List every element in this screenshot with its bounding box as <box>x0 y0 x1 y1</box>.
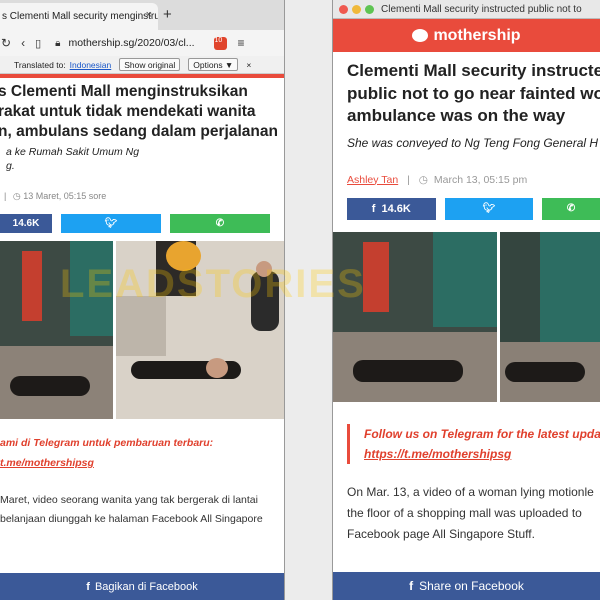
tab-strip: s Clementi Mall security menginstruk × + <box>0 0 284 30</box>
twitter-icon: 🐦︎ <box>482 203 496 214</box>
facebook-share-button[interactable]: 14.6K <box>0 214 52 233</box>
headline-line: Clementi Mall security instructed <box>347 61 600 80</box>
facebook-share-bar[interactable]: f Share on Facebook <box>333 572 600 600</box>
translate-close-icon[interactable]: × <box>246 60 251 70</box>
headline-line: ambulance was on the way <box>347 106 566 125</box>
facebook-icon: f <box>409 579 414 593</box>
article-subtitle: She was conveyed to Ng Teng Fong General… <box>347 135 599 150</box>
menu-icon[interactable]: ≡ <box>237 36 244 50</box>
telegram-follow: ami di Telegram untuk pembaruan terbaru:… <box>0 433 284 473</box>
article-headline: Clementi Mall security instructed public… <box>333 52 600 128</box>
show-original-button[interactable]: Show original <box>119 58 181 71</box>
reload-icon[interactable]: ↻ <box>1 36 11 50</box>
telegram-link[interactable]: t.me/mothershipsg <box>0 453 284 473</box>
facebook-share-label: Share on Facebook <box>419 579 524 593</box>
photo-left <box>333 231 498 402</box>
whatsapp-icon: ✆ <box>215 218 225 229</box>
clock-icon: ◷ <box>12 191 21 201</box>
article-date: March 13, 05:15 pm <box>433 173 528 186</box>
translate-prefix: Translated to: <box>14 59 66 70</box>
headline-line: n, ambulans sedang dalam perjalanan <box>0 123 278 140</box>
close-window-icon[interactable] <box>339 4 348 14</box>
window-titlebar: Clementi Mall security instructed public… <box>333 0 600 19</box>
left-browser-window: s Clementi Mall security menginstruk × +… <box>0 0 285 600</box>
headline-line: public not to go near fainted wor <box>347 83 600 103</box>
article-subtitle: a ke Rumah Sakit Umum Ng g. <box>0 145 284 173</box>
divider: | <box>407 173 410 186</box>
twitter-share-button[interactable]: 🐦︎ <box>444 197 534 220</box>
facebook-share-bar[interactable]: f Bagikan di Facebook <box>0 573 284 600</box>
body-line: Facebook page All Singapore Stuff. <box>347 526 535 541</box>
body-line: Maret, video seorang wanita yang tak ber… <box>0 494 258 506</box>
body-line: the floor of a shopping mall was uploade… <box>347 505 582 520</box>
person <box>10 376 90 396</box>
whatsapp-icon: ✆ <box>566 203 576 214</box>
share-count: 14.6K <box>12 218 40 229</box>
follow-text: ami di Telegram untuk pembaruan terbaru: <box>0 437 214 449</box>
tab-title: s Clementi Mall security menginstruk <box>2 11 158 22</box>
shield-icon[interactable]: 10 <box>214 36 228 50</box>
browser-tab[interactable]: s Clementi Mall security menginstruk × <box>0 3 158 30</box>
right-browser-window: Clementi Mall security instructed public… <box>332 0 600 600</box>
tab-close-icon[interactable]: × <box>146 9 152 21</box>
translate-options-button[interactable]: Options ▼ <box>188 58 239 71</box>
article-body: Maret, video seorang wanita yang tak ber… <box>0 491 284 529</box>
share-row: f 14.6K 🐦︎ ✆ <box>347 197 600 220</box>
bookmark-icon[interactable]: ▯ <box>35 37 41 50</box>
article-body: On Mar. 13, a video of a woman lying mot… <box>333 482 600 545</box>
telegram-follow: Follow us on Telegram for the latest upd… <box>347 423 600 464</box>
article-meta: Ashley Tan | ◷ March 13, 05:15 pm <box>333 174 600 186</box>
clock-icon: ◷ <box>418 173 428 186</box>
telegram-link[interactable]: https://t.me/mothershipsg <box>364 444 600 464</box>
divider: | <box>4 191 7 201</box>
article-photos <box>333 231 600 402</box>
follow-text: Follow us on Telegram for the latest upd… <box>364 426 600 441</box>
headline-line: s Clementi Mall menginstruksikan <box>0 83 248 100</box>
nav-bar: ↻ ‹ ▯ 🔒︎ mothership.sg/2020/03/cl... 10 … <box>0 30 284 56</box>
subtitle-line: g. <box>6 160 15 172</box>
brand-name: mothership <box>433 26 521 44</box>
new-tab-button[interactable]: + <box>163 6 172 23</box>
article-meta: | ◷ 13 Maret, 05:15 sore <box>0 191 284 202</box>
twitter-share-button[interactable]: 🐦︎ <box>61 214 161 233</box>
person <box>505 361 586 382</box>
head <box>205 358 228 378</box>
article-photos <box>0 241 284 419</box>
headline-line: rakat untuk tidak mendekati wanita <box>0 103 256 120</box>
facebook-icon: f <box>86 580 90 593</box>
mothership-header[interactable]: mothership <box>333 19 600 52</box>
twitter-icon: 🐦︎ <box>104 218 118 229</box>
whatsapp-share-button[interactable]: ✆ <box>170 214 270 233</box>
photo-right <box>115 241 284 419</box>
facebook-share-label: Bagikan di Facebook <box>94 580 198 593</box>
photo-right <box>500 231 600 402</box>
photo-left <box>0 241 113 419</box>
person <box>250 271 279 331</box>
author-link[interactable]: Ashley Tan <box>347 174 398 186</box>
person <box>353 359 463 382</box>
address-bar[interactable]: mothership.sg/2020/03/cl... <box>68 37 208 49</box>
article-date: 13 Maret, 05:15 sore <box>23 191 107 201</box>
facebook-icon: f <box>371 202 376 215</box>
article-headline: s Clementi Mall menginstruksikan rakat u… <box>0 78 284 142</box>
minimize-window-icon[interactable] <box>352 4 361 14</box>
maximize-window-icon[interactable] <box>365 4 374 14</box>
whatsapp-share-button[interactable]: ✆ <box>542 197 600 220</box>
subtitle-line: a ke Rumah Sakit Umum Ng <box>6 146 140 158</box>
window-title: Clementi Mall security instructed public… <box>381 3 582 15</box>
translate-language[interactable]: Indonesian <box>70 60 112 70</box>
translate-bar: Translated to: Indonesian Show original … <box>0 56 284 74</box>
share-count: 14.6K <box>381 202 411 215</box>
head <box>255 261 272 277</box>
back-icon[interactable]: ‹ <box>21 36 25 50</box>
share-row: 14.6K 🐦︎ ✆ <box>0 214 284 233</box>
lock-icon: 🔒︎ <box>55 37 61 49</box>
mothership-logo-icon <box>412 29 429 42</box>
body-line: On Mar. 13, a video of a woman lying mot… <box>347 484 594 499</box>
body-line: belanjaan diunggah ke halaman Facebook A… <box>0 513 263 525</box>
facebook-share-button[interactable]: f 14.6K <box>347 197 436 220</box>
